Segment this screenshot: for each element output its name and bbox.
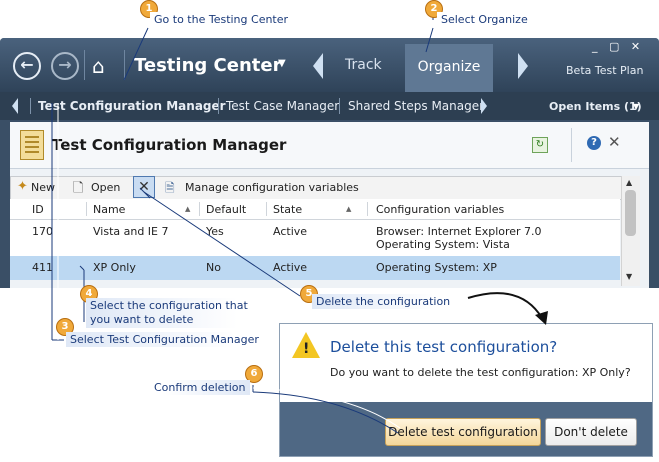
- callout-label: Go to the Testing Center: [150, 12, 293, 27]
- callout-label: Select Organize: [437, 12, 532, 27]
- callout-label: Confirm deletion: [150, 380, 250, 395]
- curved-arrow: [467, 292, 543, 319]
- callout-label: Select the configuration that you want t…: [86, 298, 264, 328]
- callout-leader-lines: [51, 12, 548, 434]
- callout-label: Delete the configuration: [312, 294, 457, 309]
- callout-label: Select Test Configuration Manager: [66, 332, 265, 347]
